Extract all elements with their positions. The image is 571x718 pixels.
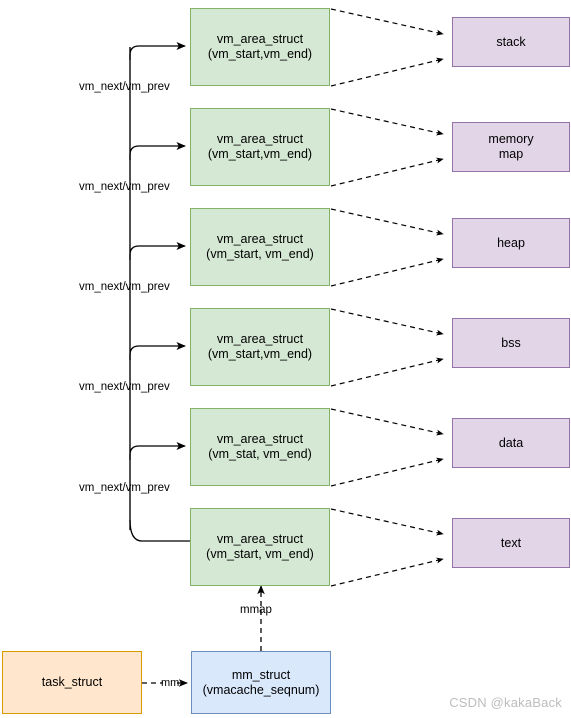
vma-node-stack[interactable]: vm_area_struct (vm_start,vm_end) [190,8,330,86]
edge-label-vm-next-prev-5: vm_next/vm_prev [79,482,170,494]
vma-node-data[interactable]: vm_area_struct (vm_stat, vm_end) [190,408,330,486]
edge-label-vm-next-prev-4: vm_next/vm_prev [79,381,170,393]
mm-struct-fields: (vmacache_seqnum) [202,682,320,697]
segment-label: data [498,435,524,450]
segment-label: text [500,535,522,550]
edge-label-vm-next-prev-2: vm_next/vm_prev [79,181,170,193]
segment-memory-map[interactable]: memory map [452,122,570,172]
vma-node-text[interactable]: vm_area_struct (vm_start, vm_end) [190,508,330,586]
vma-node-heap[interactable]: vm_area_struct (vm_start, vm_end) [190,208,330,286]
task-struct-node[interactable]: task_struct [2,651,142,714]
vma-to-segment-edges [330,8,444,587]
segment-label: stack [496,34,526,49]
mm-struct-title: mm_struct [231,667,291,682]
vma-fields: (vm_start, vm_end) [206,247,314,261]
vma-node-memory-map[interactable]: vm_area_struct (vm_start,vm_end) [190,108,330,186]
vma-title: vm_area_struct [216,532,304,546]
segment-text[interactable]: text [452,518,570,568]
vma-fields: (vm_start,vm_end) [207,147,313,161]
watermark: CSDN @kakaBack [449,695,562,710]
edge-label-mm: mm [161,677,180,689]
edge-label-mmap: mmap [240,604,272,616]
segment-label: heap [497,235,525,250]
vma-title: vm_area_struct [216,332,304,346]
task-struct-title: task_struct [41,675,103,689]
diagram-canvas: vm_area_struct (vm_start,vm_end) vm_area… [0,0,571,718]
segment-bss[interactable]: bss [452,318,570,368]
segment-data[interactable]: data [452,418,570,468]
edge-label-vm-next-prev-1: vm_next/vm_prev [79,81,170,93]
segment-label-line2: map [498,147,524,161]
edge-label-vm-next-prev-3: vm_next/vm_prev [79,281,170,293]
segment-label: bss [501,335,521,350]
segment-label-line1: memory [488,132,534,146]
segment-stack[interactable]: stack [452,17,570,67]
vma-fields: (vm_start,vm_end) [207,347,313,361]
vma-title: vm_area_struct [216,132,304,146]
mm-struct-node[interactable]: mm_struct (vmacache_seqnum) [191,651,331,714]
vma-title: vm_area_struct [216,32,304,46]
vma-fields: (vm_start, vm_end) [206,547,314,561]
vma-title: vm_area_struct [216,432,304,446]
segment-heap[interactable]: heap [452,218,570,268]
vma-node-bss[interactable]: vm_area_struct (vm_start,vm_end) [190,308,330,386]
vma-fields: (vm_stat, vm_end) [208,447,312,461]
vma-title: vm_area_struct [216,232,304,246]
vma-fields: (vm_start,vm_end) [207,47,313,61]
